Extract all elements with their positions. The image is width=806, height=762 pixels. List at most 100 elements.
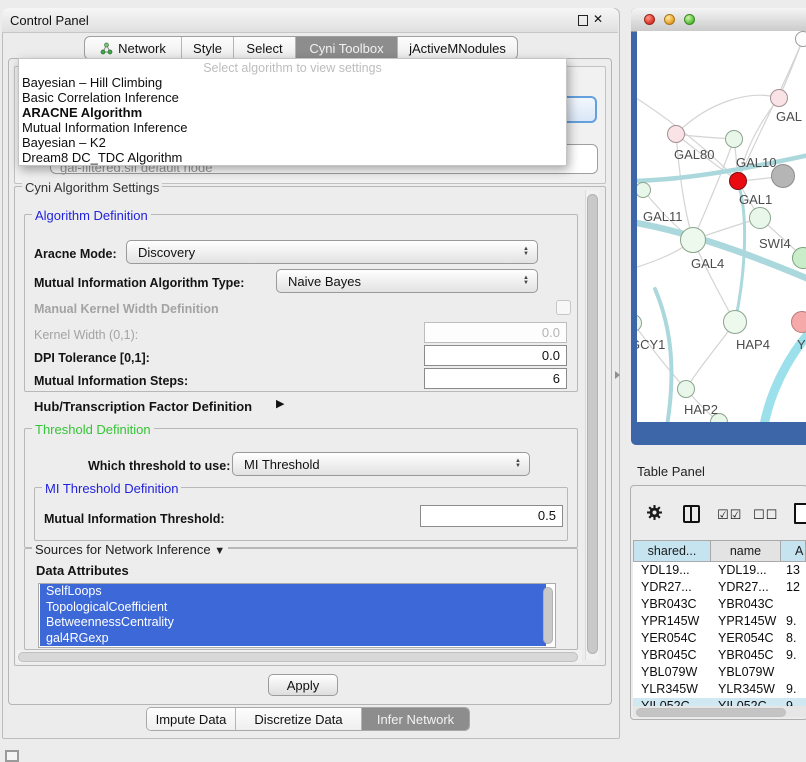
network-node-hap2[interactable]	[677, 380, 695, 398]
algorithm-option-highlighted[interactable]: ARACNE Algorithm	[22, 105, 142, 120]
aracne-mode-value: Discovery	[127, 245, 523, 260]
tab-discretize-data[interactable]: Discretize Data	[235, 708, 361, 730]
network-node-selected-red[interactable]	[729, 172, 747, 190]
mi-steps-field[interactable]: 6	[424, 368, 567, 389]
node-label: GAL	[776, 109, 802, 124]
node-label: GAL11	[643, 209, 683, 224]
table-row[interactable]: YBL079WYBL079W	[633, 664, 806, 681]
table-horizontal-scrollbar[interactable]	[633, 706, 806, 717]
tab-cyni-toolbox[interactable]: Cyni Toolbox	[295, 37, 397, 59]
manual-kernel-checkbox[interactable]	[556, 300, 571, 315]
mi-type-label: Mutual Information Algorithm Type:	[34, 276, 244, 290]
bottom-tabbar: Impute Data Discretize Data Infer Networ…	[146, 707, 470, 731]
dropdown-placeholder: Select algorithm to view settings	[19, 61, 566, 75]
node-label: GAL10	[736, 155, 776, 170]
algorithm-option[interactable]: Mutual Information Inference	[22, 120, 187, 135]
split-view-icon[interactable]	[683, 505, 700, 523]
column-header-clipped[interactable]: A	[780, 540, 806, 562]
algorithm-option[interactable]: Basic Correlation Inference	[22, 90, 179, 105]
table-row[interactable]: YBR045CYBR045C9.	[633, 647, 806, 664]
mi-type-combo[interactable]: Naive Bayes ▲▼	[276, 269, 538, 293]
algorithm-option[interactable]: Dream8 DC_TDC Algorithm	[22, 150, 182, 165]
control-panel-titlebar[interactable]	[2, 8, 618, 33]
settings-vertical-scrollbar[interactable]	[585, 190, 599, 660]
attribute-item[interactable]: SelfLoops	[40, 584, 546, 600]
column-header-name[interactable]: name	[710, 540, 781, 562]
control-panel-title: Control Panel	[10, 13, 89, 28]
dpi-tolerance-label: DPI Tolerance [0,1]:	[34, 351, 150, 365]
network-node-hap4[interactable]	[723, 310, 747, 334]
hub-definition-toggle[interactable]: Hub/Transcription Factor Definition	[34, 399, 252, 414]
column-header-shared-name[interactable]: shared...	[633, 540, 711, 562]
table-row[interactable]: YLR345WYLR345W9.	[633, 681, 806, 698]
network-node[interactable]	[795, 31, 806, 47]
close-traffic-light-icon[interactable]	[644, 14, 655, 25]
data-attributes-list: SelfLoops TopologicalCoefficient Between…	[38, 583, 556, 648]
node-label: GAL80	[674, 147, 714, 162]
algorithm-dropdown-list: Select algorithm to view settings Bayesi…	[18, 58, 567, 166]
minimize-traffic-light-icon[interactable]	[664, 14, 675, 25]
tab-infer-network[interactable]: Infer Network	[361, 708, 469, 730]
algorithm-definition-title: Algorithm Definition	[32, 208, 151, 223]
mi-type-value: Naive Bayes	[277, 274, 523, 289]
network-node-gal4[interactable]	[680, 227, 706, 253]
table-row[interactable]: YIL052CYIL052C9	[633, 698, 806, 706]
table-panel-title: Table Panel	[637, 464, 705, 479]
tab-select[interactable]: Select	[233, 37, 295, 59]
mi-threshold-title: MI Threshold Definition	[42, 481, 181, 496]
table-row[interactable]: YDL19...YDL19...13	[633, 562, 806, 579]
sources-group-title[interactable]: Sources for Network Inference ▼	[32, 542, 228, 557]
deselect-all-columns-icon[interactable]: ☐☐	[753, 507, 778, 523]
document-icon[interactable]	[794, 503, 806, 524]
table-row[interactable]: YER054CYER054C8.	[633, 630, 806, 647]
dpi-tolerance-field[interactable]: 0.0	[424, 345, 567, 366]
network-node[interactable]	[770, 89, 788, 107]
kernel-width-field[interactable]: 0.0	[424, 322, 567, 343]
table-row[interactable]: YBR043CYBR043C	[633, 596, 806, 613]
node-label: HAP2	[684, 402, 718, 417]
attribute-list-scrollbar-thumb[interactable]	[543, 587, 553, 644]
attribute-item[interactable]: TopologicalCoefficient	[40, 600, 546, 616]
gear-icon[interactable]	[646, 504, 663, 526]
table-rows-viewport: YDL19...YDL19...13 YDR27...YDR27...12 YB…	[633, 562, 806, 706]
control-panel-tabbar: Network Style Select Cyni Toolbox jActiv…	[84, 36, 518, 60]
mi-threshold-field[interactable]: 0.5	[420, 505, 563, 527]
algorithm-option[interactable]: Bayesian – Hill Climbing	[22, 75, 162, 90]
network-node-gal1[interactable]	[749, 207, 771, 229]
settings-group-title: Cyni Algorithm Settings	[22, 180, 162, 195]
network-node-pink[interactable]	[791, 311, 806, 333]
network-node-gal10[interactable]	[725, 130, 743, 148]
node-label: GAL4	[691, 256, 724, 271]
settings-vertical-scrollbar-thumb[interactable]	[587, 194, 598, 654]
expanded-arrow-icon: ▼	[214, 545, 225, 557]
tab-impute-data[interactable]: Impute Data	[147, 708, 235, 730]
table-row[interactable]: YPR145WYPR145W9.	[633, 613, 806, 630]
combo-stepper-icon: ▲▼	[515, 459, 529, 469]
select-all-columns-icon[interactable]: ☑☑	[717, 507, 742, 523]
attribute-item[interactable]: gal4RGexp	[40, 631, 546, 647]
algorithm-option[interactable]: Bayesian – K2	[22, 135, 106, 150]
splitter-handle-icon[interactable]	[615, 371, 620, 379]
tab-network[interactable]: Network	[85, 37, 181, 59]
table-horizontal-scrollbar-thumb[interactable]	[636, 708, 786, 717]
zoom-traffic-light-icon[interactable]	[684, 14, 695, 25]
tab-style[interactable]: Style	[181, 37, 233, 59]
attribute-item[interactable]: BetweennessCentrality	[40, 615, 546, 631]
kernel-width-label: Kernel Width (0,1):	[34, 328, 138, 342]
settings-horizontal-scrollbar[interactable]	[16, 650, 582, 663]
which-threshold-combo[interactable]: MI Threshold ▲▼	[232, 452, 530, 476]
threshold-definition-title: Threshold Definition	[32, 422, 154, 437]
collapsed-panel-icon[interactable]	[5, 750, 19, 762]
apply-button[interactable]: Apply	[268, 674, 338, 696]
settings-horizontal-scrollbar-thumb[interactable]	[18, 652, 578, 662]
float-window-icon[interactable]	[578, 15, 588, 26]
close-icon[interactable]: ✕	[593, 12, 603, 26]
network-window-titlebar[interactable]	[631, 8, 806, 32]
tab-jactivemnodules[interactable]: jActiveMNodules	[397, 37, 517, 59]
network-node-gal80[interactable]	[667, 125, 685, 143]
collapsed-arrow-icon[interactable]: ▶	[276, 397, 284, 410]
node-label: SWI4	[759, 236, 791, 251]
table-row[interactable]: YDR27...YDR27...12	[633, 579, 806, 596]
aracne-mode-combo[interactable]: Discovery ▲▼	[126, 240, 538, 264]
network-canvas[interactable]: GAL GAL80 GAL10 GAL11 GAL1 GAL4 SWI4 GCY…	[637, 31, 806, 422]
